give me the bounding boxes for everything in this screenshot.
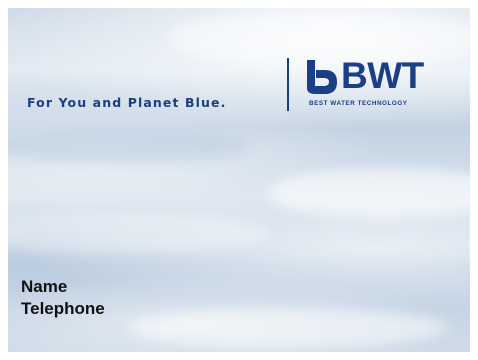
brand-tagline: For You and Planet Blue.	[27, 95, 227, 110]
logo-divider	[287, 58, 289, 111]
bwt-logo: BWT BEST WATER TECHNOLOGY	[303, 55, 463, 112]
background-wave	[128, 308, 448, 348]
logo-wordmark: BWT	[341, 55, 424, 96]
background-wave	[8, 128, 248, 164]
bwt-drop-logo-icon	[307, 60, 337, 94]
telephone-label: Telephone	[21, 299, 105, 318]
contact-block: Name Telephone	[21, 276, 105, 320]
logo-subtitle: BEST WATER TECHNOLOGY	[309, 100, 408, 107]
background-wave	[8, 213, 268, 253]
name-label: Name	[21, 277, 68, 296]
background-wave	[268, 168, 470, 218]
